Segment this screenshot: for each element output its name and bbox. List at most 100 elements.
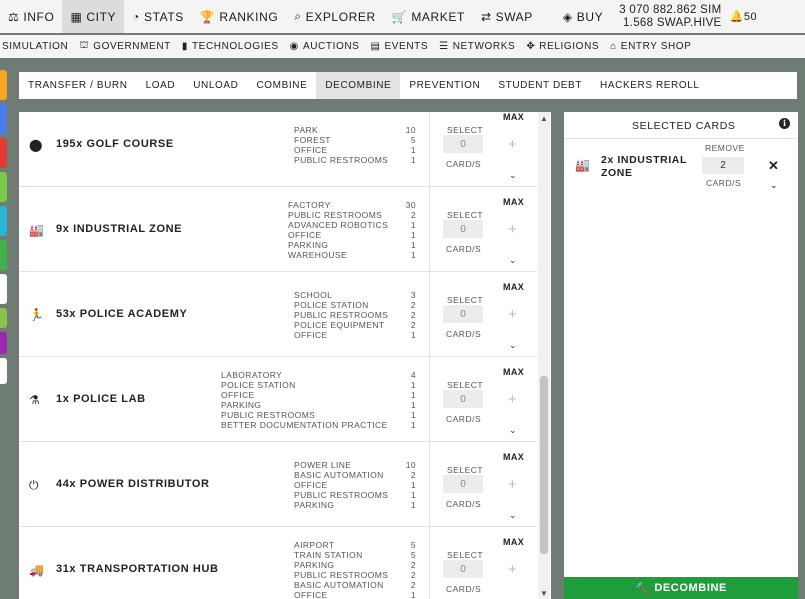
chevron-down-icon[interactable]: ⌄ (509, 340, 517, 351)
coins-icon: ◈ (562, 9, 573, 24)
max-button[interactable]: MAX (503, 112, 524, 122)
subnav-auctions[interactable]: ◉ AUCTIONS (290, 41, 369, 52)
tab-combine[interactable]: COMBINE (247, 72, 316, 99)
nav-buy[interactable]: ◈ BUY (555, 0, 611, 33)
max-button[interactable]: MAX (503, 197, 524, 207)
requirement-count: 1 (410, 240, 416, 250)
quantity-input[interactable] (443, 560, 483, 578)
subnav-events[interactable]: ▤ EVENTS (370, 41, 437, 52)
requirement-name: FOREST (294, 135, 331, 145)
max-button[interactable]: MAX (503, 452, 524, 462)
quantity-input[interactable] (443, 135, 483, 153)
quantity-input[interactable] (443, 220, 483, 238)
requirement-count: 30 (405, 200, 416, 210)
requirement-line: WAREHOUSE 1 (288, 250, 416, 260)
card-quantity-control: MAX SELECT + CARD/S ⌄ (429, 272, 537, 357)
sidebar-tab[interactable] (0, 206, 7, 236)
card-name: 9x INDUSTRIAL ZONE (56, 223, 183, 235)
subnav-networks[interactable]: ☰ NETWORKS (439, 41, 524, 52)
notifications-button[interactable]: 🔔50 (730, 10, 758, 23)
nav-explorer[interactable]: ⌕ EXPLORER (286, 0, 383, 33)
nav-stats[interactable]: ◔ STATS (124, 0, 192, 33)
requirement-line: PARKING 1 (288, 240, 416, 250)
tab-decombine[interactable]: DECOMBINE (316, 72, 401, 99)
plus-icon[interactable]: + (508, 221, 517, 238)
card-quantity-control: MAX SELECT + CARD/S ⌄ (429, 442, 537, 527)
requirement-count: 1 (410, 220, 416, 230)
sidebar-tab[interactable] (0, 274, 7, 304)
card-name: 1x POLICE LAB (56, 393, 146, 405)
subnav-label: AUCTIONS (302, 41, 360, 52)
plus-icon[interactable]: + (508, 561, 517, 578)
max-button[interactable]: MAX (503, 282, 524, 292)
sidebar-tab[interactable] (0, 104, 7, 134)
sidebar-tab[interactable] (0, 240, 7, 270)
requirement-name: ADVANCED ROBOTICS (288, 220, 389, 230)
sidebar-tab[interactable] (0, 172, 7, 202)
nav-market[interactable]: 🛒 MARKET (384, 0, 473, 33)
chevron-down-icon[interactable]: ⌄ (509, 255, 517, 266)
chevron-down-icon[interactable]: ⌄ (509, 425, 517, 436)
subnav-religions[interactable]: ✥ RELIGIONS (526, 41, 608, 52)
hammer-icon: 🔨 (635, 582, 650, 595)
requirement-line: OFFICE 1 (221, 390, 416, 400)
tab-load[interactable]: LOAD (137, 72, 185, 99)
decombine-button[interactable]: 🔨 DECOMBINE (564, 577, 798, 599)
swap-icon: ⇄ (480, 9, 492, 24)
remove-quantity-input[interactable] (702, 157, 744, 174)
chevron-down-icon[interactable]: ⌄ (509, 170, 517, 181)
plus-icon[interactable]: + (508, 306, 517, 323)
chevron-down-icon[interactable]: ⌄ (509, 510, 517, 521)
chevron-down-icon[interactable]: ⌄ (770, 180, 778, 191)
nav-city[interactable]: ▦ CITY (62, 0, 125, 33)
selected-cards-header: SELECTED CARDS i (564, 112, 798, 139)
sidebar-tab[interactable] (0, 358, 7, 384)
plus-icon[interactable]: + (508, 391, 517, 408)
info-icon[interactable]: i (779, 118, 790, 129)
requirement-name: SCHOOL (294, 290, 333, 300)
plus-icon[interactable]: + (508, 476, 517, 493)
requirement-count: 10 (405, 125, 416, 135)
card-requirements: SCHOOL 3 POLICE STATION 2 PUBLIC RESTROOMS 2 P… (294, 290, 416, 340)
requirement-line: OFFICE 1 (294, 145, 416, 155)
subnav-technologies[interactable]: ▮ TECHNOLOGIES (182, 41, 288, 52)
sidebar-tab[interactable] (0, 70, 7, 100)
plus-icon[interactable]: + (508, 136, 517, 153)
tab-student-debt[interactable]: STUDENT DEBT (489, 72, 591, 99)
tab-hackers-reroll[interactable]: HACKERS REROLL (591, 72, 709, 99)
subnav-simulation[interactable]: SIMULATION (2, 41, 77, 52)
tab-unload[interactable]: UNLOAD (184, 72, 247, 99)
max-button[interactable]: MAX (503, 367, 524, 377)
select-label: SELECT (447, 550, 484, 560)
list-scrollbar[interactable]: ▲ ▼ (538, 112, 550, 599)
requirement-line: POLICE STATION 2 (294, 300, 416, 310)
quantity-input[interactable] (443, 475, 483, 493)
requirement-line: LABORATORY 4 (221, 370, 416, 380)
chevron-down-icon[interactable]: ⌄ (509, 595, 517, 599)
subnav-label: RELIGIONS (539, 41, 600, 52)
scroll-down-icon[interactable]: ▼ (540, 589, 548, 598)
scroll-up-icon[interactable]: ▲ (540, 114, 548, 123)
religion-icon: ✥ (526, 41, 536, 52)
requirement-name: POWER LINE (294, 460, 352, 470)
card-quantity-control: MAX SELECT + CARD/S ⌄ (429, 357, 537, 442)
close-icon[interactable]: ✕ (768, 158, 779, 174)
quantity-input[interactable] (443, 390, 483, 408)
subnav-government[interactable]: ⛫ GOVERNMENT (79, 40, 179, 53)
nav-ranking[interactable]: 🏆 RANKING (192, 0, 286, 33)
requirement-count: 3 (410, 290, 416, 300)
subnav-entry-shop[interactable]: ⌂ ENTRY SHOP (610, 41, 700, 52)
max-button[interactable]: MAX (503, 537, 524, 547)
nav-swap[interactable]: ⇄ SWAP (473, 0, 541, 33)
tab-prevention[interactable]: PREVENTION (400, 72, 489, 99)
tab-transfer-burn[interactable]: TRANSFER / BURN (19, 72, 137, 99)
scrollbar-thumb[interactable] (540, 376, 548, 554)
quantity-input[interactable] (443, 305, 483, 323)
cart-icon: 🛒 (391, 9, 408, 24)
sidebar-tab[interactable] (0, 308, 7, 328)
sidebar-tab[interactable] (0, 138, 7, 168)
nav-info[interactable]: ⚖ INFO (0, 0, 62, 33)
requirement-line: PUBLIC RESTROOMS 1 (221, 410, 416, 420)
requirement-count: 2 (410, 560, 416, 570)
sidebar-tab[interactable] (0, 332, 7, 354)
